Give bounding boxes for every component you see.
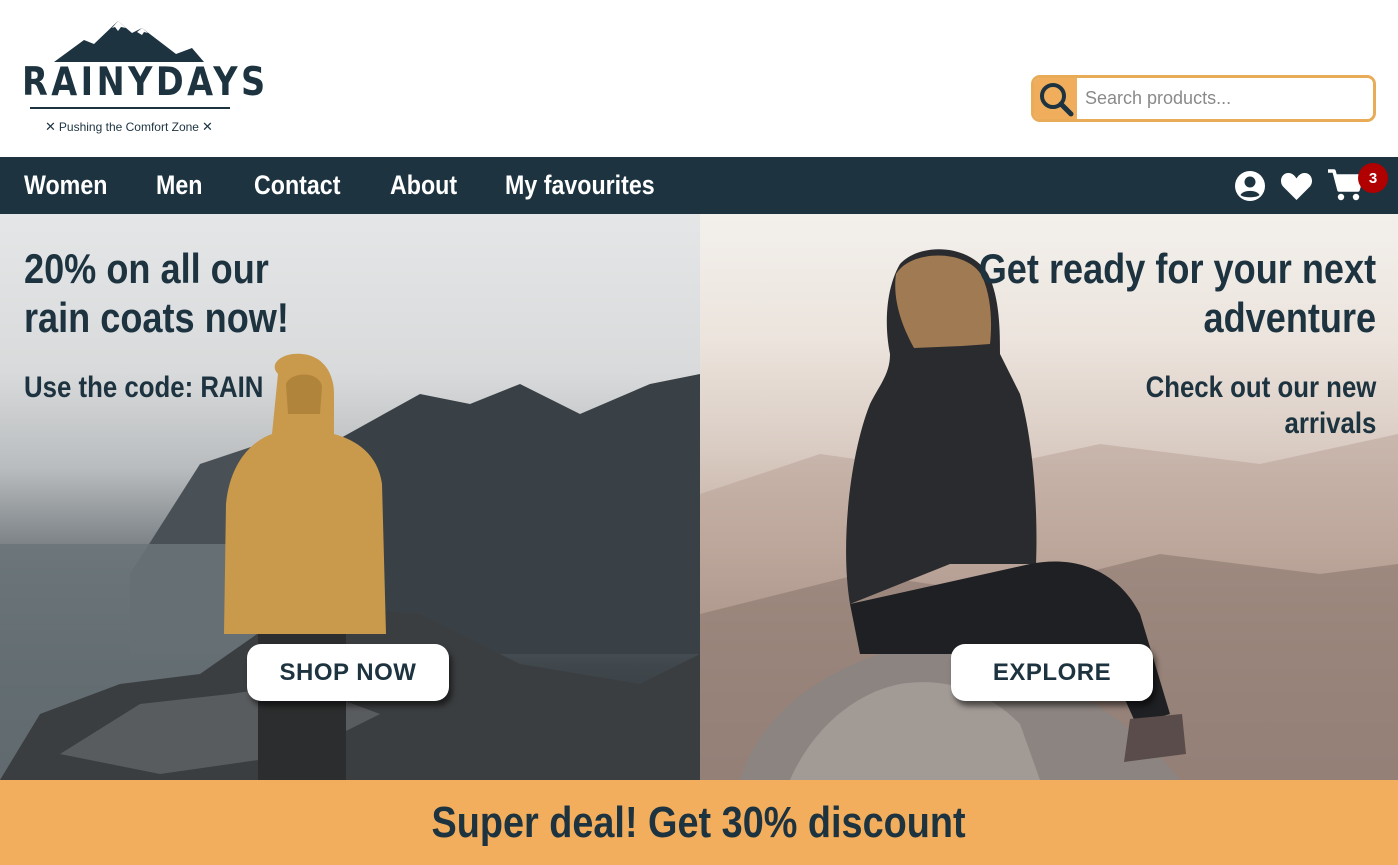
site-header: RAINYDAYS ✕ Pushing the Comfort Zone ✕ <box>0 0 1398 157</box>
account-icon[interactable] <box>1234 170 1266 202</box>
heart-icon[interactable] <box>1280 171 1313 201</box>
arrivals-subtitle-line-2: arrivals <box>1284 407 1376 440</box>
search-button[interactable] <box>1034 78 1077 119</box>
promo-title-line-2: rain coats now! <box>24 294 289 341</box>
discount-banner[interactable]: Super deal! Get 30% discount <box>0 780 1398 865</box>
nav-item-women[interactable]: Women <box>24 170 107 201</box>
promo-title-line-1: 20% on all our <box>24 245 269 292</box>
tag-mark-right: ✕ <box>201 119 213 134</box>
promo-panel-left: 20% on all our rain coats now! Use the c… <box>0 214 700 780</box>
tag-mark-left: ✕ <box>45 119 56 134</box>
nav-item-favourites[interactable]: My favourites <box>505 170 655 201</box>
explore-button[interactable]: EXPLORE <box>951 644 1153 701</box>
promo-panel-right: Get ready for your next adventure Check … <box>700 214 1398 780</box>
arrivals-title-line-2: adventure <box>1203 294 1376 341</box>
main-nav: Women Men Contact About My favourites <box>0 157 1398 214</box>
discount-banner-text: Super deal! Get 30% discount <box>431 797 967 847</box>
brand-logo[interactable]: RAINYDAYS ✕ Pushing the Comfort Zone ✕ <box>22 18 269 138</box>
search-bar <box>1031 75 1376 122</box>
nav-item-about[interactable]: About <box>390 170 457 201</box>
promo-title: 20% on all our rain coats now! <box>24 244 289 342</box>
promo-code-text: Use the code: RAIN <box>24 371 264 404</box>
arrivals-subtitle-line-1: Check out our new <box>1145 371 1376 404</box>
brand-tagline: Pushing the Comfort Zone <box>58 120 199 134</box>
nav-item-contact[interactable]: Contact <box>254 170 340 201</box>
search-icon <box>1039 82 1073 116</box>
cart-count-badge: 3 <box>1358 163 1388 193</box>
shop-now-button[interactable]: SHOP NOW <box>247 644 449 701</box>
arrivals-title-line-1: Get ready for your next <box>978 245 1376 292</box>
brand-name: RAINYDAYS <box>22 60 269 105</box>
nav-item-men[interactable]: Men <box>156 170 202 201</box>
brand-tagline-row: ✕ Pushing the Comfort Zone ✕ <box>42 119 216 135</box>
logo-divider <box>30 107 230 109</box>
search-input[interactable] <box>1077 78 1373 119</box>
arrivals-subtitle: Check out our new arrivals <box>1145 370 1376 442</box>
arrivals-title: Get ready for your next adventure <box>979 244 1376 342</box>
mountain-logo-icon <box>54 21 204 62</box>
